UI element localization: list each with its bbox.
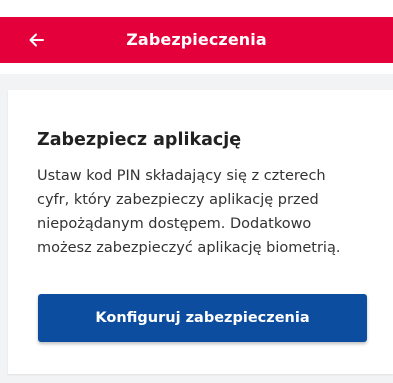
app-header: Zabezpieczenia — [0, 0, 393, 74]
card-description: Ustaw kod PIN składający się z czterech … — [37, 164, 382, 260]
header-bar: Zabezpieczenia — [0, 17, 393, 63]
description-line: cyfr, który zabezpieczy aplikację przed — [37, 192, 319, 208]
card-title: Zabezpiecz aplikację — [37, 130, 242, 150]
description-line: możesz zabezpieczyć aplikację biometrią. — [37, 240, 341, 256]
configure-security-button[interactable]: Konfiguruj zabezpieczenia — [38, 294, 367, 342]
description-line: niepożądanym dostępem. Dodatkowo — [37, 216, 312, 232]
description-line: Ustaw kod PIN składający się z czterech — [37, 168, 326, 184]
page-title: Zabezpieczenia — [126, 30, 267, 49]
security-card: Zabezpiecz aplikację Ustaw kod PIN skład… — [8, 90, 393, 374]
